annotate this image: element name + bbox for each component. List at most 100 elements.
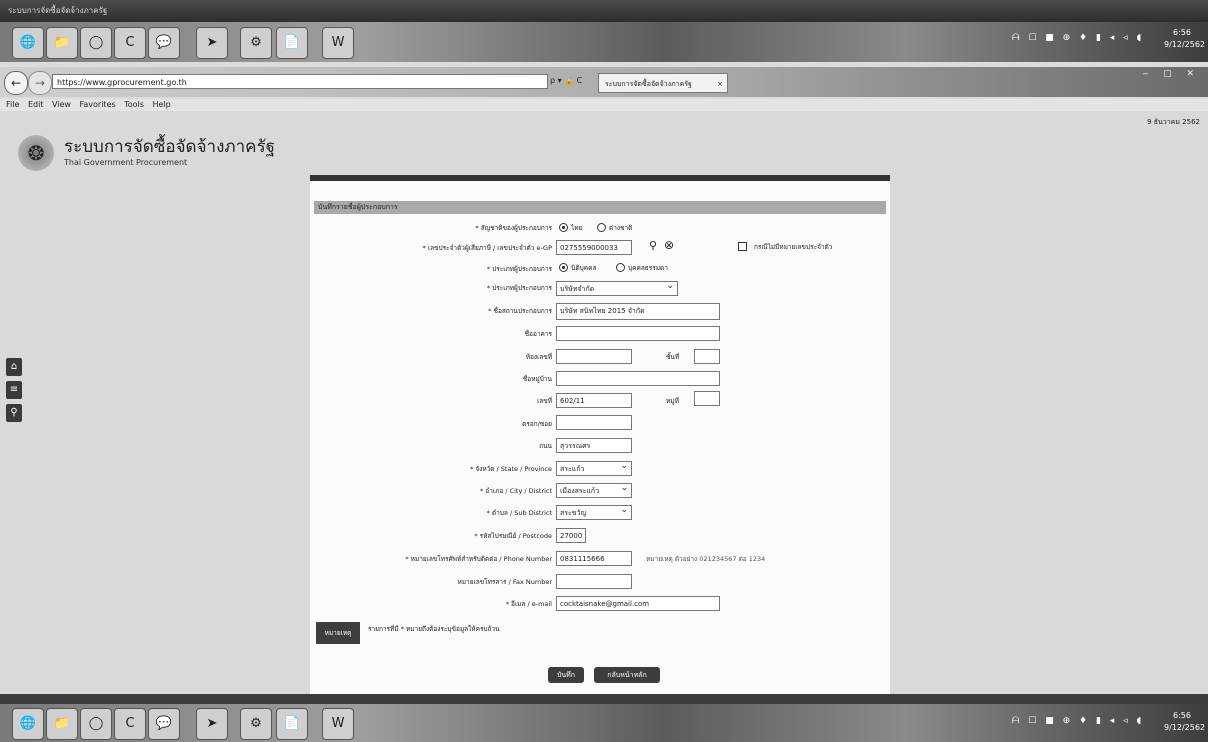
- category-select[interactable]: บริษัทจำกัด: [556, 279, 678, 296]
- no-tax-id-label: กรณีไม่มีหมายเลขประจำตัว: [754, 243, 833, 251]
- settings-icon[interactable]: ⚙: [240, 27, 272, 59]
- menu-favorites[interactable]: Favorites: [80, 100, 116, 109]
- clock-time-bottom: 6:56: [1173, 711, 1191, 720]
- menu-icon[interactable]: ≡: [6, 381, 22, 399]
- radio-thai[interactable]: [559, 223, 568, 232]
- settings-icon-bottom[interactable]: ⚙: [240, 708, 272, 740]
- browser-tab[interactable]: ระบบการจัดซื้อจัดจ้างภาครัฐ ×: [598, 73, 728, 93]
- phone-hint: หมายเหตุ ตัวอย่าง 021234567 ต่อ 1234: [646, 555, 766, 563]
- window-titlebar: ระบบการจัดซื้อจัดจ้างภาครัฐ: [0, 0, 1208, 22]
- folder-icon[interactable]: 📁: [46, 27, 78, 59]
- clock-date: 9/12/2562: [1164, 40, 1206, 49]
- folder-icon-bottom[interactable]: 📁: [46, 708, 78, 740]
- save-button[interactable]: บันทึก: [548, 667, 584, 683]
- user-info: 9 ธันวาคม 2562: [1147, 117, 1200, 127]
- word-icon-bottom[interactable]: W: [322, 708, 354, 740]
- clock-time: 6:56: [1173, 28, 1191, 37]
- line-icon[interactable]: 💬: [148, 27, 180, 59]
- district-select[interactable]: เมืองสระแก้ว: [556, 481, 632, 498]
- chrome-icon-bottom[interactable]: ◯: [80, 708, 112, 740]
- floor-input[interactable]: [694, 349, 720, 364]
- note-badge: หมายเหตุ: [316, 622, 360, 644]
- radio-individual-label: บุคคลธรรมดา: [628, 264, 668, 272]
- home-icon[interactable]: ⌂: [6, 358, 22, 376]
- note-text: รายการที่มี * หมายถึงต้องระบุข้อมูลให้คร…: [368, 625, 500, 633]
- word-icon[interactable]: W: [322, 27, 354, 59]
- arrow-app-icon[interactable]: ➤: [196, 27, 228, 59]
- menu-help[interactable]: Help: [152, 100, 170, 109]
- label-province: * จังหวัด / State / Province: [470, 465, 552, 473]
- menu-view[interactable]: View: [52, 100, 71, 109]
- label-building: ชื่ออาคาร: [524, 330, 552, 338]
- search-tax-icon[interactable]: ⚲: [649, 239, 657, 252]
- current-date: 9 ธันวาคม 2562: [1147, 118, 1200, 126]
- clock-bottom[interactable]: 6:56 9/12/2562: [1164, 710, 1206, 734]
- label-fax: หมายเลขโทรสาร / Fax Number: [457, 578, 552, 586]
- menu-bar: File Edit View Favorites Tools Help: [0, 99, 1208, 111]
- label-district: * อำเภอ / City / District: [479, 487, 552, 495]
- village-input[interactable]: [556, 371, 720, 386]
- taskbar-top: 🌐 📁 ◯ C 💬 ➤ ⚙ 📄 W ᗩ ☐ ■ ⊕ ♦ ▮ ◂ ◃ ◖ 6:56…: [0, 22, 1208, 62]
- arrow-app-icon-bottom[interactable]: ➤: [196, 708, 228, 740]
- close-tab-icon[interactable]: ×: [717, 74, 723, 94]
- menu-file[interactable]: File: [6, 100, 19, 109]
- clock[interactable]: 6:56 9/12/2562: [1164, 27, 1206, 51]
- postcode-input[interactable]: 27000: [556, 528, 586, 543]
- email-input[interactable]: cocktaisnake@gmail.com: [556, 596, 720, 611]
- number-input[interactable]: 602/11: [556, 393, 632, 408]
- ccleaner-icon-bottom[interactable]: C: [114, 708, 146, 740]
- label-room: ห้องเลขที่: [525, 353, 552, 361]
- menu-tools[interactable]: Tools: [124, 100, 144, 109]
- ie-icon[interactable]: 🌐: [12, 27, 44, 59]
- label-road: ถนน: [539, 442, 552, 450]
- window-controls[interactable]: ‒ ▢ ✕: [1143, 69, 1201, 79]
- province-select[interactable]: สระแก้ว: [556, 459, 632, 476]
- building-input[interactable]: [556, 326, 720, 341]
- system-tray-bottom[interactable]: ᗩ ☐ ■ ⊕ ♦ ▮ ◂ ◃ ◖: [1012, 716, 1144, 726]
- moo-input[interactable]: [694, 391, 720, 406]
- form-panel: บันทึกรายชื่อผู้ประกอบการ * สัญชาติของผู…: [310, 175, 890, 698]
- room-input[interactable]: [556, 349, 632, 364]
- radio-juristic-label: นิติบุคคล: [571, 264, 597, 272]
- system-tray[interactable]: ᗩ ☐ ■ ⊕ ♦ ▮ ◂ ◃ ◖: [1012, 33, 1144, 43]
- line-icon-bottom[interactable]: 💬: [148, 708, 180, 740]
- section-title: บันทึกรายชื่อผู้ประกอบการ: [314, 201, 886, 214]
- site-name: ระบบการจัดซื้อจัดจ้างภาครัฐ: [64, 137, 276, 157]
- document-icon-bottom[interactable]: 📄: [276, 708, 308, 740]
- address-controls[interactable]: ρ ▾ 🔒 C: [550, 76, 582, 85]
- back-to-main-button[interactable]: กลับหน้าหลัก: [594, 667, 660, 683]
- label-nationality: * สัญชาติของผู้ประกอบการ: [475, 224, 552, 232]
- label-number: เลขที่: [537, 397, 552, 405]
- clear-tax-icon[interactable]: ⊗: [664, 238, 674, 252]
- label-type: * ประเภทผู้ประกอบการ: [486, 265, 552, 273]
- ccleaner-icon[interactable]: C: [114, 27, 146, 59]
- menu-edit[interactable]: Edit: [28, 100, 44, 109]
- ie-icon-bottom[interactable]: 🌐: [12, 708, 44, 740]
- subdistrict-select[interactable]: สระขวัญ: [556, 503, 632, 520]
- clock-date-bottom: 9/12/2562: [1164, 723, 1206, 732]
- panel-header-bar: [310, 175, 890, 181]
- label-email: * อีเมล / e-mail: [505, 600, 552, 608]
- page-content: ❂ ระบบการจัดซื้อจัดจ้างภาครัฐ Thai Gover…: [0, 111, 1208, 698]
- label-tax-id: * เลขประจำตัวผู้เสียภาษี / เลขประจำตัว e…: [422, 244, 552, 252]
- chrome-icon[interactable]: ◯: [80, 27, 112, 59]
- radio-individual[interactable]: [616, 263, 625, 272]
- label-phone: * หมายเลขโทรศัพท์สำหรับติดต่อ / Phone Nu…: [405, 555, 552, 563]
- tax-id-input[interactable]: 0275559000033: [556, 240, 632, 255]
- site-logo-icon: ❂: [18, 135, 54, 171]
- radio-foreign[interactable]: [597, 223, 606, 232]
- fax-input[interactable]: [556, 574, 632, 589]
- radio-juristic[interactable]: [559, 263, 568, 272]
- tab-label: ระบบการจัดซื้อจัดจ้างภาครัฐ: [605, 80, 692, 88]
- no-tax-id-checkbox[interactable]: [738, 242, 747, 251]
- road-input[interactable]: สุวรรณศร: [556, 438, 632, 453]
- address-bar[interactable]: https://www.gprocurement.go.th: [52, 74, 548, 89]
- back-button[interactable]: ←: [4, 71, 28, 95]
- search-icon[interactable]: ⚲: [6, 404, 22, 422]
- forward-button[interactable]: →: [28, 71, 52, 95]
- phone-input[interactable]: 0831115666: [556, 551, 632, 566]
- company-name-input[interactable]: บริษัท สนิทไทย 2015 จำกัด: [556, 303, 720, 320]
- soi-input[interactable]: [556, 415, 632, 430]
- document-icon[interactable]: 📄: [276, 27, 308, 59]
- side-menu: ⌂ ≡ ⚲: [6, 358, 22, 427]
